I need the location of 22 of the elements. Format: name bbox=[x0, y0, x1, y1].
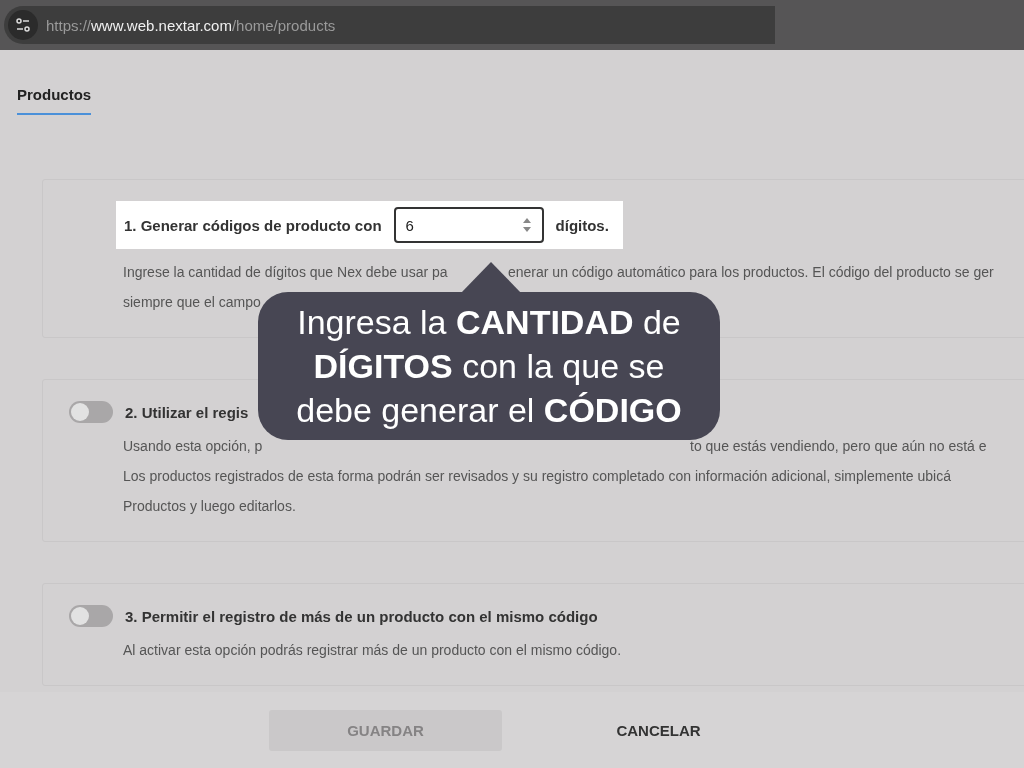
spinner-icon[interactable] bbox=[521, 216, 532, 234]
setting-suffix: dígitos. bbox=[555, 216, 609, 234]
description-text: Usando esta opción, p bbox=[123, 437, 263, 456]
description-text: Ingrese la cantidad de dígitos que Nex debe usar pa bbox=[123, 263, 448, 282]
cancel-button[interactable]: CANCELAR bbox=[542, 709, 775, 751]
description-text: Al activar esta opción podrás registrar más de un producto con el mismo código. bbox=[123, 641, 622, 660]
setting-label: 2. Utilizar el regis bbox=[125, 403, 249, 421]
tooltip-text: Ingresa la CANTIDAD de DÍGITOS con la que se debe generar el CÓDIGO bbox=[295, 302, 683, 431]
toggle-switch[interactable] bbox=[69, 401, 113, 423]
address-bar[interactable]: https://www.web.nextar.com/home/products bbox=[4, 6, 775, 44]
description-text: Productos y luego editarlos. bbox=[123, 497, 296, 516]
toggle-switch[interactable] bbox=[69, 605, 113, 627]
description-text: Los productos registrados de esta forma podrán ser revisados y su registro completado con información adicional, simplemente ubicá bbox=[123, 467, 951, 486]
number-field[interactable]: 6 bbox=[393, 207, 544, 243]
site-settings-icon[interactable] bbox=[8, 10, 38, 40]
description-text: enerar un código automático para los productos. El código del producto se ger bbox=[508, 263, 994, 282]
tab[interactable]: Productos bbox=[17, 86, 92, 115]
description-text: siempre que el campo bbox=[123, 293, 261, 312]
url-text: https://www.web.nextar.com/home/products bbox=[46, 16, 336, 34]
setting-label: 1. Generar códigos de producto con bbox=[124, 216, 382, 234]
setting-label: 3. Permitir el registro de más de un producto con el mismo código bbox=[125, 607, 598, 625]
description-text: to que estás vendiendo, pero que aún no está e bbox=[690, 437, 987, 456]
